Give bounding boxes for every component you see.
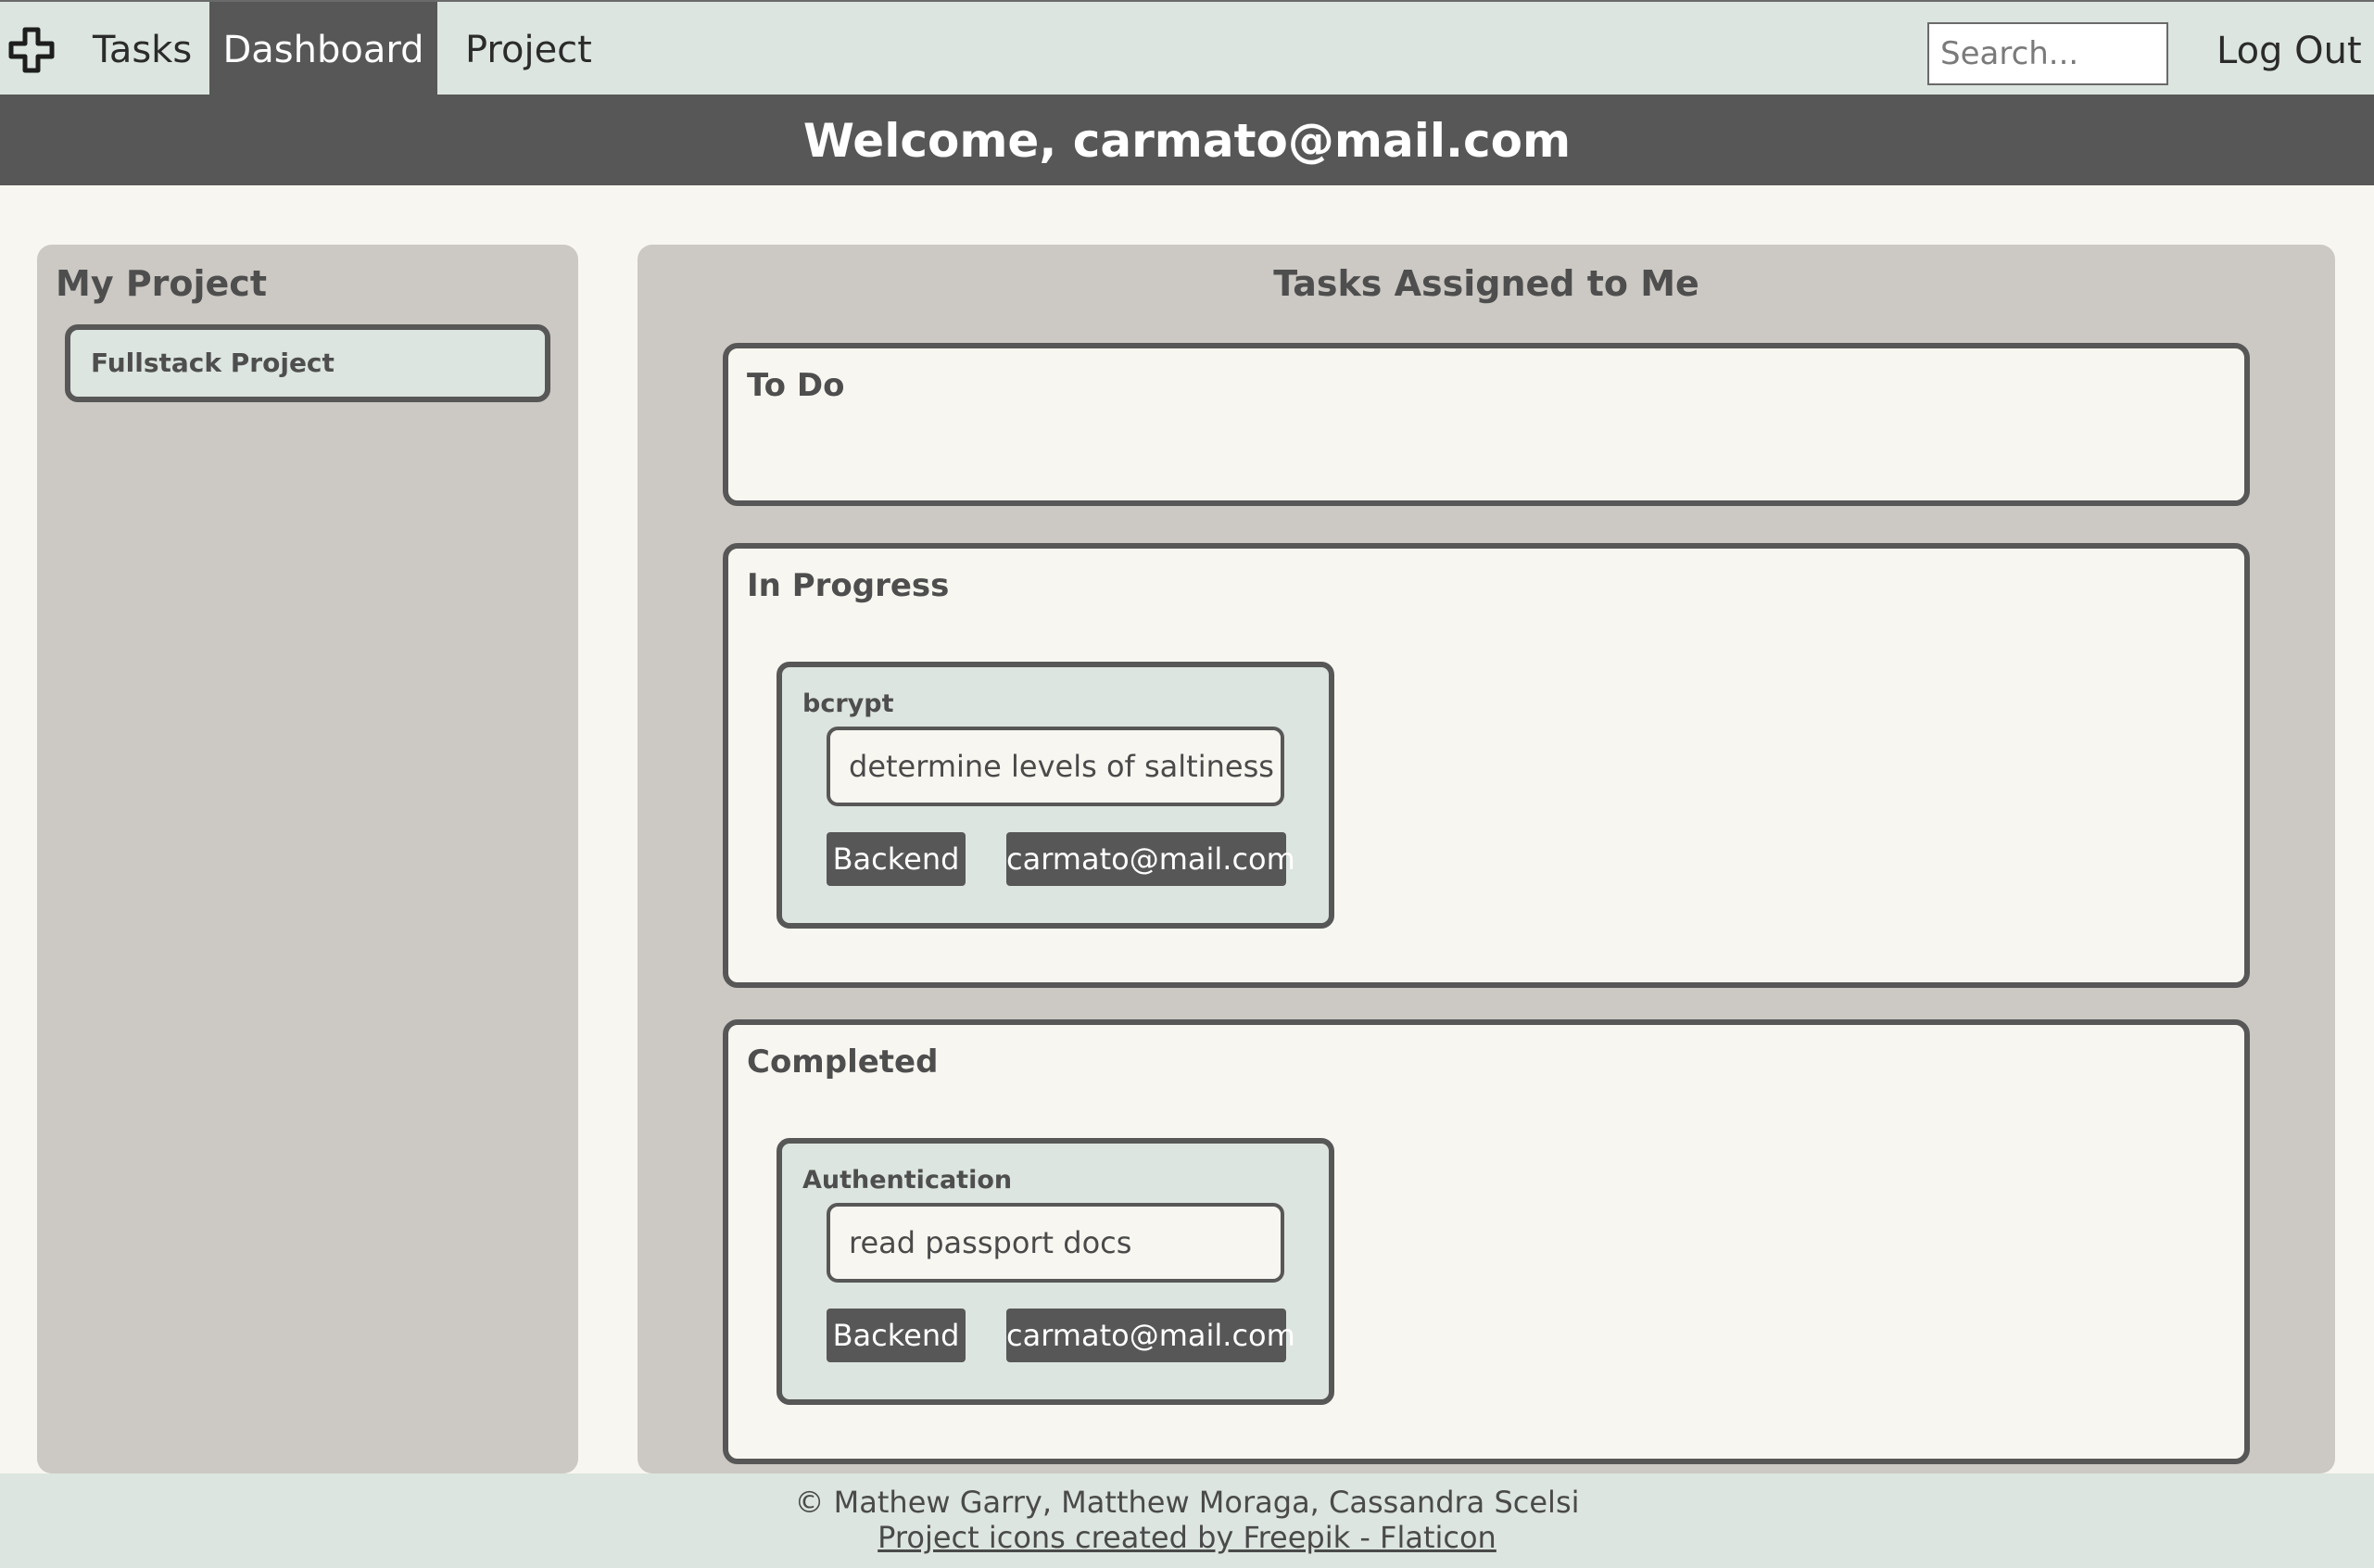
plus-cross-icon[interactable]	[7, 26, 56, 74]
search-input[interactable]	[1927, 22, 2168, 85]
column-completed: Completed Authentication read passport d…	[723, 1019, 2250, 1464]
column-in-progress: In Progress bcrypt determine levels of s…	[723, 543, 2250, 988]
footer-copyright: © Mathew Garry, Matthew Moraga, Cassandr…	[794, 1485, 1580, 1520]
column-todo: To Do	[723, 343, 2250, 506]
task-description: determine levels of saltiness	[827, 727, 1284, 806]
task-card-authentication[interactable]: Authentication read passport docs Backen…	[777, 1138, 1334, 1405]
task-title: bcrypt	[802, 689, 894, 718]
nav-tab-dashboard[interactable]: Dashboard	[209, 2, 437, 95]
task-category-badge: Backend	[827, 1309, 966, 1362]
footer-credit-link[interactable]: Project icons created by Freepik - Flati…	[878, 1520, 1496, 1555]
column-title-in-progress: In Progress	[747, 567, 950, 604]
nav-tab-project[interactable]: Project	[465, 2, 592, 95]
tasks-panel: Tasks Assigned to Me To Do In Progress b…	[638, 245, 2335, 1473]
sidebar-my-project: My Project Fullstack Project	[37, 245, 578, 1473]
column-title-todo: To Do	[747, 367, 845, 404]
task-assignee-badge: carmato@mail.com	[1006, 1309, 1295, 1362]
task-category-badge: Backend	[827, 832, 966, 886]
task-assignee-badge: carmato@mail.com	[1006, 832, 1295, 886]
sidebar-title: My Project	[56, 263, 267, 304]
welcome-text: Welcome, carmato@mail.com	[802, 114, 1572, 168]
nav-tab-tasks[interactable]: Tasks	[93, 2, 192, 95]
tasks-panel-title: Tasks Assigned to Me	[1273, 263, 1699, 304]
footer-credit-row: Project icons created by Freepik - Flati…	[0, 1520, 2374, 1555]
page-footer: © Mathew Garry, Matthew Moraga, Cassandr…	[0, 1473, 2374, 1568]
task-title: Authentication	[802, 1166, 1013, 1195]
welcome-banner: Welcome, carmato@mail.com	[0, 95, 2374, 185]
top-navbar: Tasks Dashboard Project Log Out	[0, 0, 2374, 95]
task-card-bcrypt[interactable]: bcrypt determine levels of saltiness Bac…	[777, 662, 1334, 929]
task-description: read passport docs	[827, 1203, 1284, 1283]
project-item-fullstack[interactable]: Fullstack Project	[65, 324, 550, 402]
column-title-completed: Completed	[747, 1043, 939, 1081]
logout-button[interactable]: Log Out	[2216, 2, 2362, 96]
